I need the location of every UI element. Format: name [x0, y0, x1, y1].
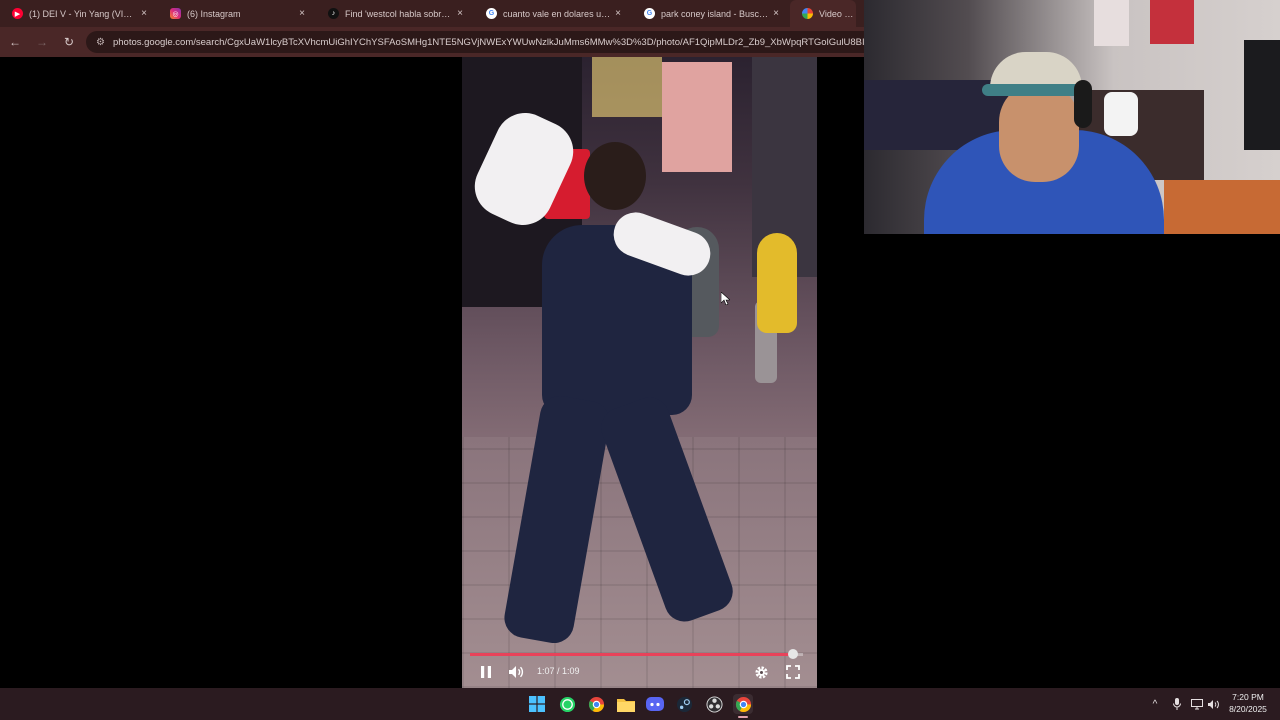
tab-tiktok[interactable]: ♪ Find 'westcol habla sobre porque' × [316, 0, 474, 27]
taskbar [0, 688, 1280, 720]
youtube-icon: ▶ [12, 8, 23, 19]
dancer-head [584, 142, 646, 210]
instagram-icon: ◎ [170, 8, 181, 19]
reload-icon[interactable]: ↻ [57, 30, 81, 54]
tiktok-icon: ♪ [328, 8, 339, 19]
url-text: photos.google.com/search/CgxUaW1lcyBTcXV… [112, 36, 864, 48]
tab-label: park coney island - Buscar con [661, 8, 770, 19]
webcam-overlay [864, 0, 1280, 234]
tab-youtube[interactable]: ▶ (1) DEI V - Yin Yang (VIDEO OFICIAL) × [0, 0, 158, 27]
streamer-face [999, 82, 1079, 182]
chevron-up-icon[interactable]: ^ [1148, 694, 1162, 714]
active-app-indicator [738, 716, 748, 718]
browser-tab-bar: ▶ (1) DEI V - Yin Yang (VIDEO OFICIAL) ×… [0, 0, 864, 27]
file-explorer-icon[interactable] [616, 694, 636, 714]
video-time: 1:07 / 1:09 [537, 666, 580, 676]
streamer-cap-brim [982, 84, 1086, 96]
tab-close-icon[interactable]: × [770, 8, 782, 19]
tab-label: (1) DEI V - Yin Yang (VIDEO OFICIAL) [29, 8, 138, 19]
system-clock[interactable]: 7:20 PM 8/20/2025 [1220, 691, 1276, 715]
tab-label: cuanto vale en dolares una gala [503, 8, 612, 19]
video-frame[interactable] [462, 57, 817, 688]
fullscreen-icon[interactable] [783, 662, 803, 682]
volume-icon[interactable] [506, 662, 526, 682]
network-icon[interactable] [1190, 694, 1204, 714]
pause-icon[interactable] [477, 662, 495, 682]
whatsapp-icon[interactable] [557, 694, 577, 714]
video-scrubber-handle[interactable] [788, 649, 798, 659]
lit-storefront [592, 57, 662, 117]
steam-icon[interactable] [674, 694, 694, 714]
tab-close-icon[interactable]: × [454, 8, 466, 19]
pillow [1104, 92, 1138, 136]
video-progress-fill [470, 653, 793, 656]
discord-icon[interactable] [645, 694, 665, 714]
tab-label: Video - Goo [819, 8, 856, 19]
clock-time: 7:20 PM [1232, 692, 1264, 702]
obs-icon[interactable] [704, 694, 724, 714]
address-bar[interactable]: ⚙ photos.google.com/search/CgxUaW1lcyBTc… [86, 31, 864, 53]
tab-google-search-1[interactable]: G cuanto vale en dolares una gala × [474, 0, 632, 27]
tab-instagram[interactable]: ◎ (6) Instagram × [158, 0, 316, 27]
tab-label: Find 'westcol habla sobre porque' [345, 8, 454, 19]
tab-close-icon[interactable]: × [138, 8, 150, 19]
floor [1164, 180, 1280, 234]
gear-icon[interactable] [751, 662, 771, 682]
chrome-icon[interactable] [586, 694, 606, 714]
bystander [757, 233, 797, 333]
tab-label: (6) Instagram [187, 8, 241, 19]
tab-google-photos[interactable]: Video - Goo [790, 0, 856, 27]
mouse-cursor-icon [720, 291, 730, 305]
browser-toolbar: ← → ↻ ⚙ photos.google.com/search/CgxUaW1… [0, 27, 864, 57]
google-icon: G [644, 8, 655, 19]
tab-close-icon[interactable]: × [296, 8, 308, 19]
tab-google-search-2[interactable]: G park coney island - Buscar con × [632, 0, 790, 27]
google-icon: G [486, 8, 497, 19]
back-icon[interactable]: ← [3, 30, 27, 54]
google-photos-icon [802, 8, 813, 19]
headset-icon [1074, 80, 1092, 128]
billboard [662, 62, 732, 172]
chrome-active-icon[interactable] [733, 694, 753, 714]
microphone-icon[interactable] [1170, 694, 1184, 714]
windows-start-icon[interactable] [527, 694, 547, 714]
video-progress-bar[interactable] [470, 649, 803, 659]
wall-mirror [1244, 40, 1280, 150]
wall-poster [1094, 0, 1129, 46]
speaker-icon[interactable] [1207, 694, 1221, 714]
tab-close-icon[interactable]: × [612, 8, 624, 19]
site-info-icon[interactable]: ⚙ [96, 37, 105, 48]
forward-icon[interactable]: → [30, 30, 54, 54]
wall-poster [1150, 0, 1194, 44]
clock-date: 8/20/2025 [1229, 704, 1267, 714]
